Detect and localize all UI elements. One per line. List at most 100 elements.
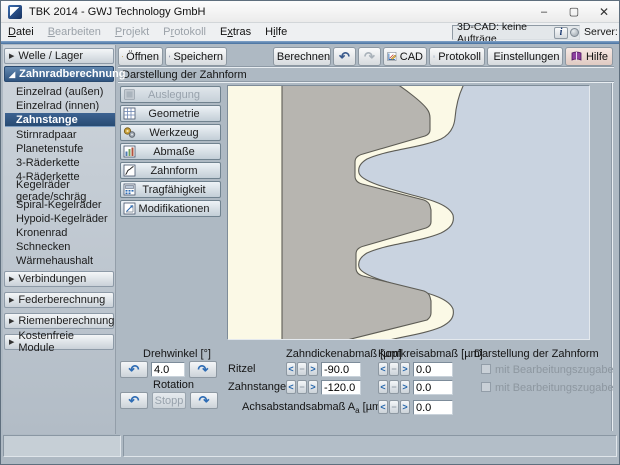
status-cell-right bbox=[123, 435, 617, 457]
cad-button[interactable]: CAD bbox=[383, 47, 427, 66]
sidebar-section-verbindungen[interactable]: ▶Verbindungen bbox=[4, 271, 114, 287]
drehwinkel-input[interactable] bbox=[151, 362, 185, 377]
open-folder-icon bbox=[122, 50, 123, 63]
rack-profile bbox=[282, 86, 431, 339]
sidebar-section-riemenberechnung[interactable]: ▶Riemenberechnung bbox=[4, 313, 114, 329]
close-button[interactable]: ✕ bbox=[589, 1, 619, 22]
rotate-cw-step-button[interactable]: ↷ bbox=[189, 361, 217, 378]
group-right-line bbox=[611, 83, 613, 431]
ritzel-row-label: Ritzel bbox=[228, 363, 256, 375]
sidebar-item-einzelrad-innen[interactable]: Einzelrad (innen) bbox=[5, 99, 115, 113]
zahndicke-zahnstange-input[interactable] bbox=[321, 380, 361, 395]
info-button[interactable]: i bbox=[554, 27, 568, 39]
collapsed-triangle-icon: ▶ bbox=[9, 52, 14, 60]
menu-datei[interactable]: Datei bbox=[1, 26, 41, 38]
bearbeitungszugabe-zahnstange-label: mit Bearbeitungszugabe bbox=[495, 382, 614, 394]
sidebar-section-federberechnung[interactable]: ▶Federberechnung bbox=[4, 292, 114, 308]
spin-left-icon: < bbox=[380, 403, 385, 412]
status-cell-left bbox=[3, 435, 121, 457]
protocol-button[interactable]: Protokoll bbox=[429, 47, 485, 66]
rotate-ccw-step-button[interactable]: ↶ bbox=[120, 361, 148, 378]
spin-minus-icon: − bbox=[391, 403, 396, 412]
sidebar-item-zahnstange[interactable]: Zahnstange bbox=[5, 113, 115, 127]
abmasse-icon bbox=[123, 145, 136, 158]
achsabstand-increase-button[interactable]: > bbox=[400, 400, 410, 414]
modifikationen-button[interactable]: Modifikationen bbox=[120, 200, 221, 217]
kopfkreis-zahnstange-reset-button[interactable]: − bbox=[389, 380, 399, 394]
kopfkreis-ritzel-reset-button[interactable]: − bbox=[389, 362, 399, 376]
werkzeug-button[interactable]: Werkzeug bbox=[120, 124, 221, 141]
zahndicke-ritzel-reset-button[interactable]: − bbox=[297, 362, 307, 376]
sidebar-item-stirnradpaar[interactable]: Stirnradpaar bbox=[5, 128, 115, 142]
werkzeug-gears-icon bbox=[123, 126, 136, 139]
kopfkreis-zahnstange-increase-button[interactable]: > bbox=[400, 380, 410, 394]
group-label-line bbox=[118, 81, 614, 83]
spin-minus-icon: − bbox=[391, 365, 396, 374]
sidebar-item-einzelrad-aussen[interactable]: Einzelrad (außen) bbox=[5, 85, 115, 99]
menu-extras[interactable]: Extras bbox=[213, 26, 258, 38]
maximize-button[interactable]: ▢ bbox=[559, 1, 589, 22]
sidebar-item-kronenrad[interactable]: Kronenrad bbox=[5, 226, 115, 240]
zahndicke-zahnstange-decrease-button[interactable]: < bbox=[286, 380, 296, 394]
bearbeitungszugabe-zahnstange-checkbox bbox=[481, 382, 491, 392]
menu-separator bbox=[1, 41, 619, 44]
rotation-cw-button[interactable]: ↷ bbox=[190, 392, 218, 409]
sidebar-item-spiral-kegelraeder[interactable]: Spiral-Kegelräder bbox=[5, 198, 115, 212]
kopfkreis-ritzel-increase-button[interactable]: > bbox=[400, 362, 410, 376]
menu-protokoll: Protokoll bbox=[156, 26, 213, 38]
zahndicke-zahnstange-increase-button[interactable]: > bbox=[308, 380, 318, 394]
sidebar-section-welle-lager[interactable]: ▶Welle / Lager bbox=[4, 48, 114, 64]
rotate-cw-icon: ↷ bbox=[198, 363, 209, 376]
tragfaehigkeit-button[interactable]: Tragfähigkeit bbox=[120, 181, 221, 198]
achsabstand-reset-button[interactable]: − bbox=[389, 400, 399, 414]
zahnform-canvas[interactable] bbox=[227, 85, 590, 340]
abmasse-button[interactable]: Abmaße bbox=[120, 143, 221, 160]
drehwinkel-label: Drehwinkel [°] bbox=[143, 348, 211, 360]
rotation-ccw-button[interactable]: ↶ bbox=[120, 392, 148, 409]
protocol-document-icon bbox=[433, 50, 435, 63]
settings-button[interactable]: Einstellungen bbox=[487, 47, 563, 66]
spin-right-icon: > bbox=[310, 365, 315, 374]
open-button[interactable]: Öffnen bbox=[118, 47, 163, 66]
sidebar-item-schnecken[interactable]: Schnecken bbox=[5, 240, 115, 254]
tragfaehigkeit-icon bbox=[123, 183, 136, 196]
sidebar-item-planetenstufe[interactable]: Planetenstufe bbox=[5, 142, 115, 156]
tooth-form-drawing bbox=[228, 86, 589, 339]
zahndicke-ritzel-input[interactable] bbox=[321, 362, 361, 377]
achsabstand-decrease-button[interactable]: < bbox=[378, 400, 388, 414]
zahnform-button[interactable]: Zahnform bbox=[120, 162, 221, 179]
window-title: TBK 2014 - GWJ Technology GmbH bbox=[29, 6, 205, 18]
spin-right-icon: > bbox=[402, 365, 407, 374]
kopfkreis-zahnstange-decrease-button[interactable]: < bbox=[378, 380, 388, 394]
cad-status-box: 3D-CAD: keine Aufträge i bbox=[452, 25, 580, 40]
help-book-icon bbox=[570, 50, 583, 63]
redo-button: ↷ bbox=[358, 47, 381, 66]
calculate-button[interactable]: Berechnen bbox=[273, 47, 331, 66]
sidebar-item-waermehaushalt[interactable]: Wärmehaushalt bbox=[5, 254, 115, 268]
minimize-button[interactable]: – bbox=[529, 1, 559, 22]
sidebar-section-zahnradberechnung[interactable]: ◢Zahnradberechnung bbox=[4, 66, 114, 82]
zahndicke-ritzel-increase-button[interactable]: > bbox=[308, 362, 318, 376]
help-button[interactable]: Hilfe bbox=[565, 47, 613, 66]
spin-left-icon: < bbox=[380, 365, 385, 374]
rotate-ccw-icon: ↶ bbox=[129, 394, 140, 407]
geometrie-button[interactable]: Geometrie bbox=[120, 105, 221, 122]
kopfkreis-ritzel-input[interactable] bbox=[413, 362, 453, 377]
achsabstand-input[interactable] bbox=[413, 400, 453, 415]
sidebar-item-hypoid-kegelraeder[interactable]: Hypoid-Kegelräder bbox=[5, 212, 115, 226]
kopfkreis-zahnstange-input[interactable] bbox=[413, 380, 453, 395]
sidebar-section-kostenfreie-module[interactable]: ▶Kostenfreie Module bbox=[4, 334, 114, 350]
expanded-triangle-icon: ◢ bbox=[9, 70, 15, 79]
menu-bar: Datei Bearbeiten Projekt Protokoll Extra… bbox=[1, 23, 619, 41]
zahndicke-ritzel-decrease-button[interactable]: < bbox=[286, 362, 296, 376]
menu-hilfe[interactable]: Hilfe bbox=[258, 26, 294, 38]
menu-projekt: Projekt bbox=[108, 26, 156, 38]
kopfkreis-column-header: Kopfkreisabmaß [µm] bbox=[378, 348, 483, 360]
geometrie-grid-icon bbox=[123, 107, 136, 120]
zahndicke-zahnstange-reset-button[interactable]: − bbox=[297, 380, 307, 394]
sidebar-item-kegelraeder[interactable]: Kegelräder gerade/schräg bbox=[5, 184, 115, 198]
kopfkreis-ritzel-decrease-button[interactable]: < bbox=[378, 362, 388, 376]
sidebar-item-3-raederkette[interactable]: 3-Räderkette bbox=[5, 156, 115, 170]
save-button[interactable]: Speichern bbox=[165, 47, 227, 66]
undo-button[interactable]: ↶ bbox=[333, 47, 356, 66]
